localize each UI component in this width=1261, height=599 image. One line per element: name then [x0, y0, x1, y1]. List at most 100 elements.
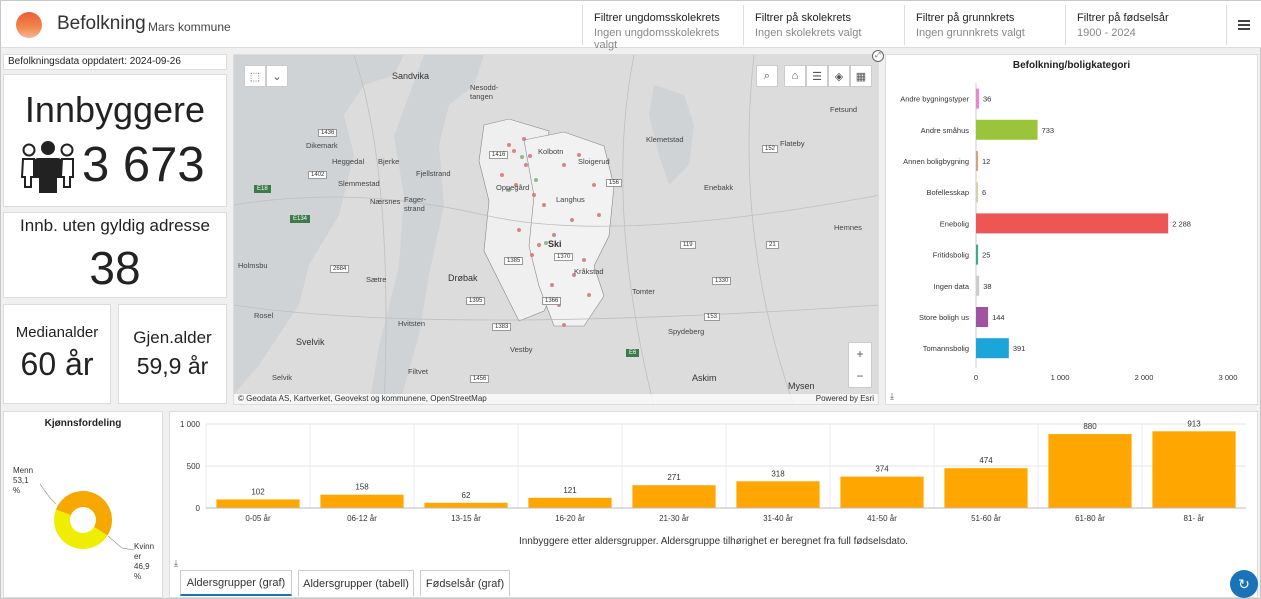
copyright-icon: © [238, 394, 244, 403]
bar-value-label: 391 [1013, 344, 1026, 353]
filter-skolekrets[interactable]: Filtrer på skolekrets Ingen skolekrets v… [743, 5, 904, 45]
filter-value: 1900 - 2024 [1077, 27, 1136, 39]
bar-value-label: 880 [1083, 422, 1097, 431]
map-place: Mysen [788, 381, 815, 391]
expand-icon[interactable]: ⤢ [872, 50, 884, 62]
road-label: 119 [680, 241, 696, 249]
hamburger-menu-icon[interactable] [1226, 5, 1260, 45]
powered-by-esri[interactable]: Powered by Esri [816, 394, 874, 403]
bar-value-label: 121 [563, 486, 577, 495]
road-label: 1395 [466, 297, 486, 305]
x-tick-label: 16-20 år [555, 514, 585, 523]
filter-grunnkrets[interactable]: Filtrer på grunnkrets Ingen grunnkrets v… [904, 5, 1065, 45]
age-chart-panel: 0 500 1 000 102 0-05 år 158 06-12 år 62 13-15 år… [169, 411, 1258, 598]
age-bar[interactable] [840, 476, 924, 508]
map-attribution-text: Geodata AS, Kartverket, Geovekst og komm… [246, 394, 487, 403]
category-label: Enebolig [940, 219, 969, 228]
map-place: Sandvika [392, 71, 430, 81]
map-place: Vestby [510, 345, 533, 354]
x-tick-label: 41-50 år [867, 514, 897, 523]
map-place: Enebakk [704, 183, 734, 192]
x-tick-label: 2 000 [1135, 373, 1154, 382]
road-label: E134 [290, 215, 311, 223]
download-icon[interactable]: ⤓ [890, 391, 894, 402]
bar-value-label: 62 [462, 491, 471, 500]
filter-title: Filtrer på skolekrets [755, 12, 851, 24]
bar-value-label: 6 [982, 188, 986, 197]
bar-value-label: 913 [1187, 419, 1201, 428]
search-icon[interactable]: ⌕ [756, 65, 778, 87]
road-label: 1402 [308, 171, 328, 179]
y-tick-label: 1 000 [180, 420, 201, 429]
road-label: 1330 [712, 277, 732, 285]
map-place: Fetsund [830, 105, 858, 114]
age-bar[interactable] [528, 497, 612, 508]
age-bar[interactable] [424, 502, 508, 508]
category-bar[interactable] [976, 307, 989, 327]
age-bar[interactable] [320, 494, 404, 508]
legend-icon[interactable]: ☰ [806, 65, 828, 87]
category-bar[interactable] [976, 338, 1009, 359]
tab-aldersgrupper-tabell[interactable]: Aldersgrupper (tabell) [298, 570, 414, 596]
bar-value-label: 271 [667, 473, 681, 482]
road-label: 1416 [489, 151, 509, 159]
basemap-gallery-icon[interactable]: ▦ [850, 65, 872, 87]
category-bar[interactable] [976, 151, 978, 171]
home-icon[interactable]: ⌂ [784, 65, 806, 87]
kpi-median-age: Medianalder 60 år [3, 304, 111, 404]
gender-label-women: Kvinn er 46,9 % [134, 542, 155, 581]
age-bar[interactable] [216, 499, 300, 508]
download-icon[interactable]: ⤓ [174, 558, 178, 569]
category-bar[interactable] [976, 275, 980, 296]
select-tool-icon[interactable]: ⬚ [244, 65, 266, 87]
map-place: Heggedal [332, 157, 365, 166]
road-label: 2684 [330, 265, 350, 273]
chevron-down-icon[interactable]: ⌄ [266, 65, 288, 87]
bar-value-label: 474 [979, 456, 993, 465]
zoom-in-icon[interactable]: + [849, 343, 871, 365]
map-place: Selvik [272, 373, 293, 382]
x-tick-label: 1 000 [1051, 373, 1070, 382]
road-label: 152 [762, 145, 779, 153]
kpi-residents-value: 3 673 [82, 138, 205, 192]
map-place: Askim [692, 373, 717, 383]
filter-ungdomsskolekrets[interactable]: Filtrer ungdomsskolekrets Ingen ungdomss… [582, 5, 743, 51]
category-bar[interactable] [976, 213, 1169, 234]
layers-icon[interactable]: ◈ [828, 65, 850, 87]
x-tick-label: 21-30 år [659, 514, 689, 523]
kpi-no-address: Innb. uten gyldig adresse 38 [3, 212, 227, 298]
age-bar[interactable] [632, 485, 716, 508]
x-tick-label: 3 000 [1219, 373, 1238, 382]
map-place: Sætre [366, 275, 387, 284]
map-view[interactable]: ⬚ ⌄ ⌕ ⌂ ☰ ◈ ▦ Sandvika Nesodd-tangen Kol… [233, 54, 879, 405]
age-bar[interactable] [1152, 431, 1236, 508]
map-place: Slemmestad [338, 179, 380, 188]
tab-aldersgrupper-graf[interactable]: Aldersgrupper (graf) [180, 570, 292, 596]
age-bar[interactable] [736, 481, 820, 508]
bar-value-label: 144 [992, 313, 1005, 322]
data-updated-label: Befolkningsdata oppdatert: 2024-09-26 [3, 54, 227, 70]
bar-value-label: 158 [355, 483, 369, 492]
map-place: Tomter [632, 287, 655, 296]
age-bar[interactable] [1048, 434, 1132, 508]
kpi-residents-title: Innbyggere [24, 89, 206, 130]
map-place: Oppegård [496, 183, 530, 192]
age-bar[interactable] [944, 468, 1028, 508]
category-bar[interactable] [976, 88, 980, 109]
map-place: Fjellstrand [416, 169, 451, 178]
category-bar[interactable] [976, 182, 978, 203]
filter-fodselsar[interactable]: Filtrer på fødselsår 1900 - 2024 [1065, 5, 1226, 45]
category-bar[interactable] [976, 244, 979, 265]
map-place: Flateby [780, 139, 805, 148]
road-label: 1436 [318, 129, 338, 137]
zoom-out-icon[interactable]: − [849, 365, 871, 387]
map-place: Hvitsten [398, 319, 426, 328]
leader-line [39, 483, 57, 505]
x-tick-label: 06-12 år [347, 514, 377, 523]
map-place: Dikemark [306, 141, 338, 150]
category-bar[interactable] [976, 119, 1038, 140]
refresh-icon[interactable]: ↻ [1230, 570, 1258, 598]
map-place: Sloigerud [578, 157, 610, 166]
tab-fodselsar-graf[interactable]: Fødselsår (graf) [420, 570, 510, 596]
category-chart-title: Befolkning/boligkategori [1012, 60, 1131, 71]
